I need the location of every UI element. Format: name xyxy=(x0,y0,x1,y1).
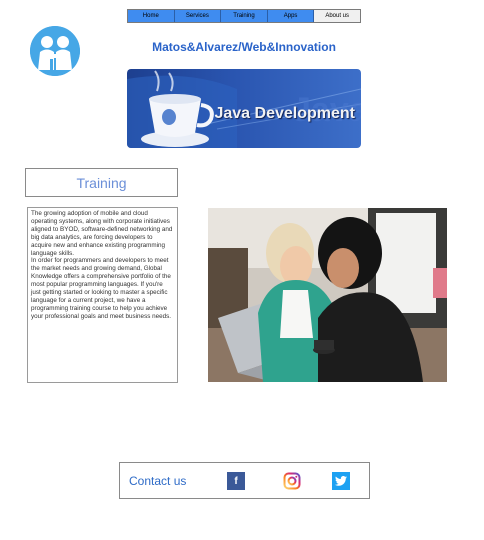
twitter-icon[interactable] xyxy=(332,472,350,490)
training-paragraph-1: The growing adoption of mobile and cloud… xyxy=(31,210,173,257)
java-banner: Java Java Development xyxy=(127,69,361,148)
nav-training[interactable]: Training xyxy=(221,10,268,22)
facebook-icon[interactable]: f xyxy=(227,472,245,490)
nav-apps[interactable]: Apps xyxy=(267,10,315,22)
people-at-laptop-image xyxy=(208,208,447,382)
banner-text: Java Development xyxy=(214,105,355,122)
contact-label[interactable]: Contact us xyxy=(129,474,186,488)
contact-box: Contact us f xyxy=(119,462,370,499)
training-paragraph-2: In order for programmers and developers … xyxy=(31,257,172,320)
top-nav: Home Services Training Apps About us xyxy=(127,9,361,23)
training-photo xyxy=(208,208,447,382)
logo[interactable] xyxy=(30,26,80,76)
training-heading-box: Training xyxy=(25,168,178,197)
nav-services[interactable]: Services xyxy=(174,10,222,22)
people-logo-icon xyxy=(30,26,80,76)
training-text-panel: The growing adoption of mobile and cloud… xyxy=(27,207,178,383)
nav-about-us[interactable]: About us xyxy=(314,10,360,22)
site-title: Matos&Alvarez/Web&Innovation xyxy=(152,40,336,54)
training-heading: Training xyxy=(76,174,127,191)
instagram-icon[interactable] xyxy=(283,472,301,490)
nav-home[interactable]: Home xyxy=(128,10,175,22)
